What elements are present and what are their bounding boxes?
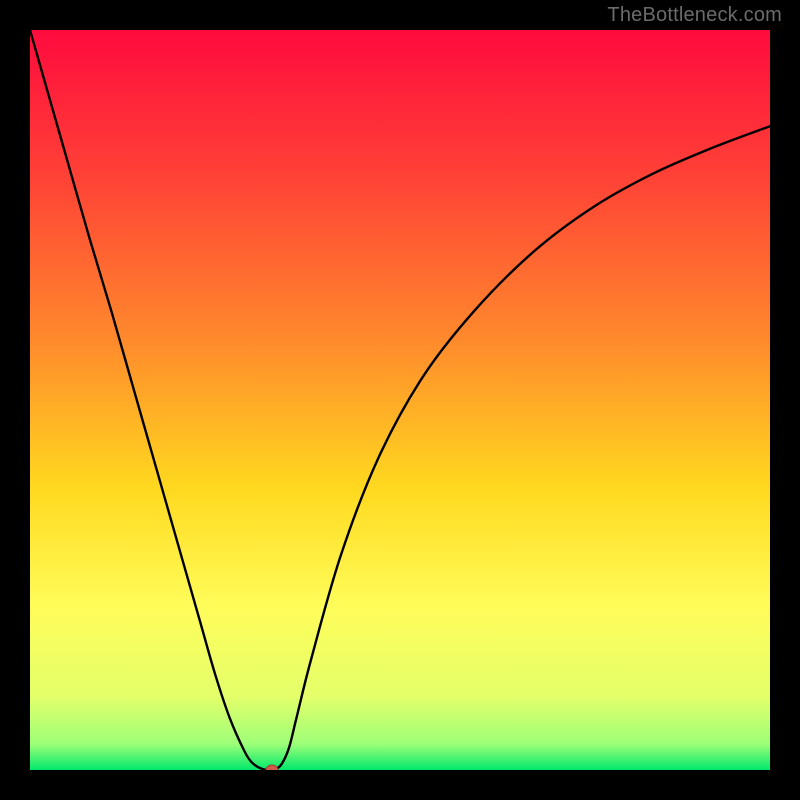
chart-frame: TheBottleneck.com — [0, 0, 800, 800]
gradient-background — [30, 30, 770, 770]
chart-svg — [30, 30, 770, 770]
plot-area — [30, 30, 770, 770]
watermark-text: TheBottleneck.com — [607, 4, 782, 27]
